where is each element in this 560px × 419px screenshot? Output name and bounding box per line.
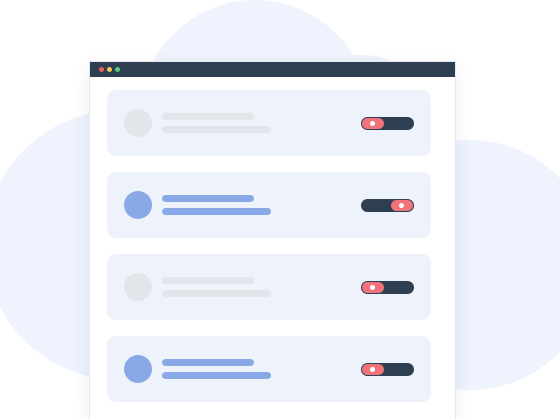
avatar-placeholder (124, 191, 152, 219)
avatar-placeholder (124, 109, 152, 137)
list-item[interactable] (107, 90, 431, 156)
list-item[interactable] (107, 172, 431, 238)
toggle-knob (362, 364, 384, 375)
toggle-switch[interactable] (361, 281, 414, 294)
avatar-placeholder (124, 355, 152, 383)
title-placeholder (162, 113, 254, 120)
window-titlebar (90, 62, 455, 77)
toggle-knob (362, 118, 384, 129)
subtitle-placeholder (162, 290, 271, 297)
title-placeholder (162, 277, 254, 284)
subtitle-placeholder (162, 372, 271, 379)
maximize-dot-icon[interactable] (115, 67, 120, 72)
toggle-switch[interactable] (361, 199, 414, 212)
close-dot-icon[interactable] (99, 67, 104, 72)
toggle-switch[interactable] (361, 117, 414, 130)
title-placeholder (162, 195, 254, 202)
list-item[interactable] (107, 336, 431, 402)
toggle-switch[interactable] (361, 363, 414, 376)
subtitle-placeholder (162, 126, 271, 133)
title-placeholder (162, 359, 254, 366)
browser-window (90, 62, 455, 419)
minimize-dot-icon[interactable] (107, 67, 112, 72)
avatar-placeholder (124, 273, 152, 301)
list-item[interactable] (107, 254, 431, 320)
toggle-knob (362, 282, 384, 293)
toggle-knob (391, 200, 413, 211)
subtitle-placeholder (162, 208, 271, 215)
